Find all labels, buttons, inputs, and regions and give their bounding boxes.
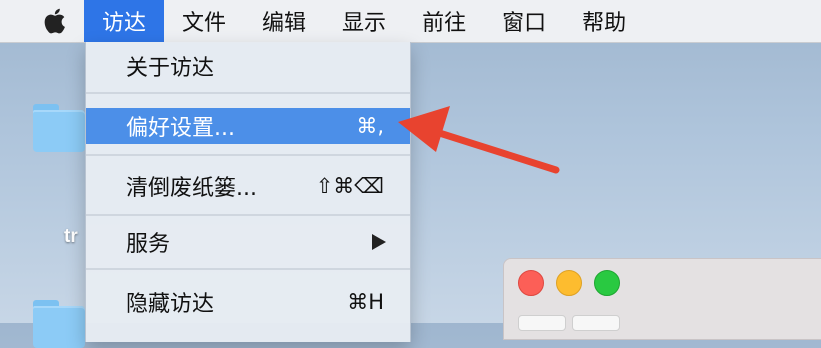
back-button[interactable] bbox=[518, 315, 566, 331]
menu-window[interactable]: 窗口 bbox=[484, 0, 564, 42]
menu-bar: 访达 文件 编辑 显示 前往 窗口 帮助 bbox=[0, 0, 821, 43]
keyboard-shortcut: ⌘H bbox=[347, 290, 384, 314]
close-window-button[interactable] bbox=[518, 270, 544, 296]
menu-item-label: 关于访达 bbox=[126, 56, 215, 81]
menu-go[interactable]: 前往 bbox=[404, 0, 484, 42]
window-toolbar bbox=[518, 315, 818, 335]
menu-edit[interactable]: 编辑 bbox=[244, 0, 324, 42]
keyboard-shortcut: ⌘, bbox=[356, 114, 384, 138]
keyboard-shortcut: ⇧⌘⌫ bbox=[315, 174, 384, 198]
zoom-window-button[interactable] bbox=[594, 270, 620, 296]
menu-item-preferences[interactable]: 偏好设置... ⌘, bbox=[86, 108, 410, 144]
menu-item-empty-trash[interactable]: 清倒废纸篓... ⇧⌘⌫ bbox=[86, 168, 410, 204]
menu-item-services[interactable]: 服务 bbox=[86, 224, 410, 260]
desktop-item-label[interactable]: tr bbox=[64, 226, 78, 248]
menu-item-label: 清倒废纸篓... bbox=[126, 176, 257, 201]
finder-dropdown-menu: 关于访达 偏好设置... ⌘, 清倒废纸篓... ⇧⌘⌫ 服务 隐藏访达 ⌘H bbox=[85, 42, 411, 342]
menu-separator bbox=[86, 214, 410, 216]
annotation-arrow-icon bbox=[398, 106, 560, 174]
menu-finder[interactable]: 访达 bbox=[84, 0, 165, 42]
submenu-arrow-icon bbox=[372, 234, 386, 250]
menu-separator bbox=[86, 268, 410, 270]
finder-window[interactable] bbox=[503, 258, 821, 340]
menu-view[interactable]: 显示 bbox=[324, 0, 404, 42]
menu-help[interactable]: 帮助 bbox=[564, 0, 644, 42]
menu-file[interactable]: 文件 bbox=[164, 0, 244, 42]
menu-separator bbox=[86, 154, 410, 156]
menu-item-label: 服务 bbox=[126, 232, 171, 257]
menu-item-label: 隐藏访达 bbox=[126, 292, 215, 317]
menu-item-label: 偏好设置... bbox=[126, 116, 235, 141]
menu-item-about-finder[interactable]: 关于访达 bbox=[86, 48, 410, 84]
minimize-window-button[interactable] bbox=[556, 270, 582, 296]
menu-item-hide-finder[interactable]: 隐藏访达 ⌘H bbox=[86, 284, 410, 320]
menu-separator bbox=[86, 92, 410, 94]
apple-logo-icon[interactable] bbox=[40, 6, 68, 36]
forward-button[interactable] bbox=[572, 315, 620, 331]
